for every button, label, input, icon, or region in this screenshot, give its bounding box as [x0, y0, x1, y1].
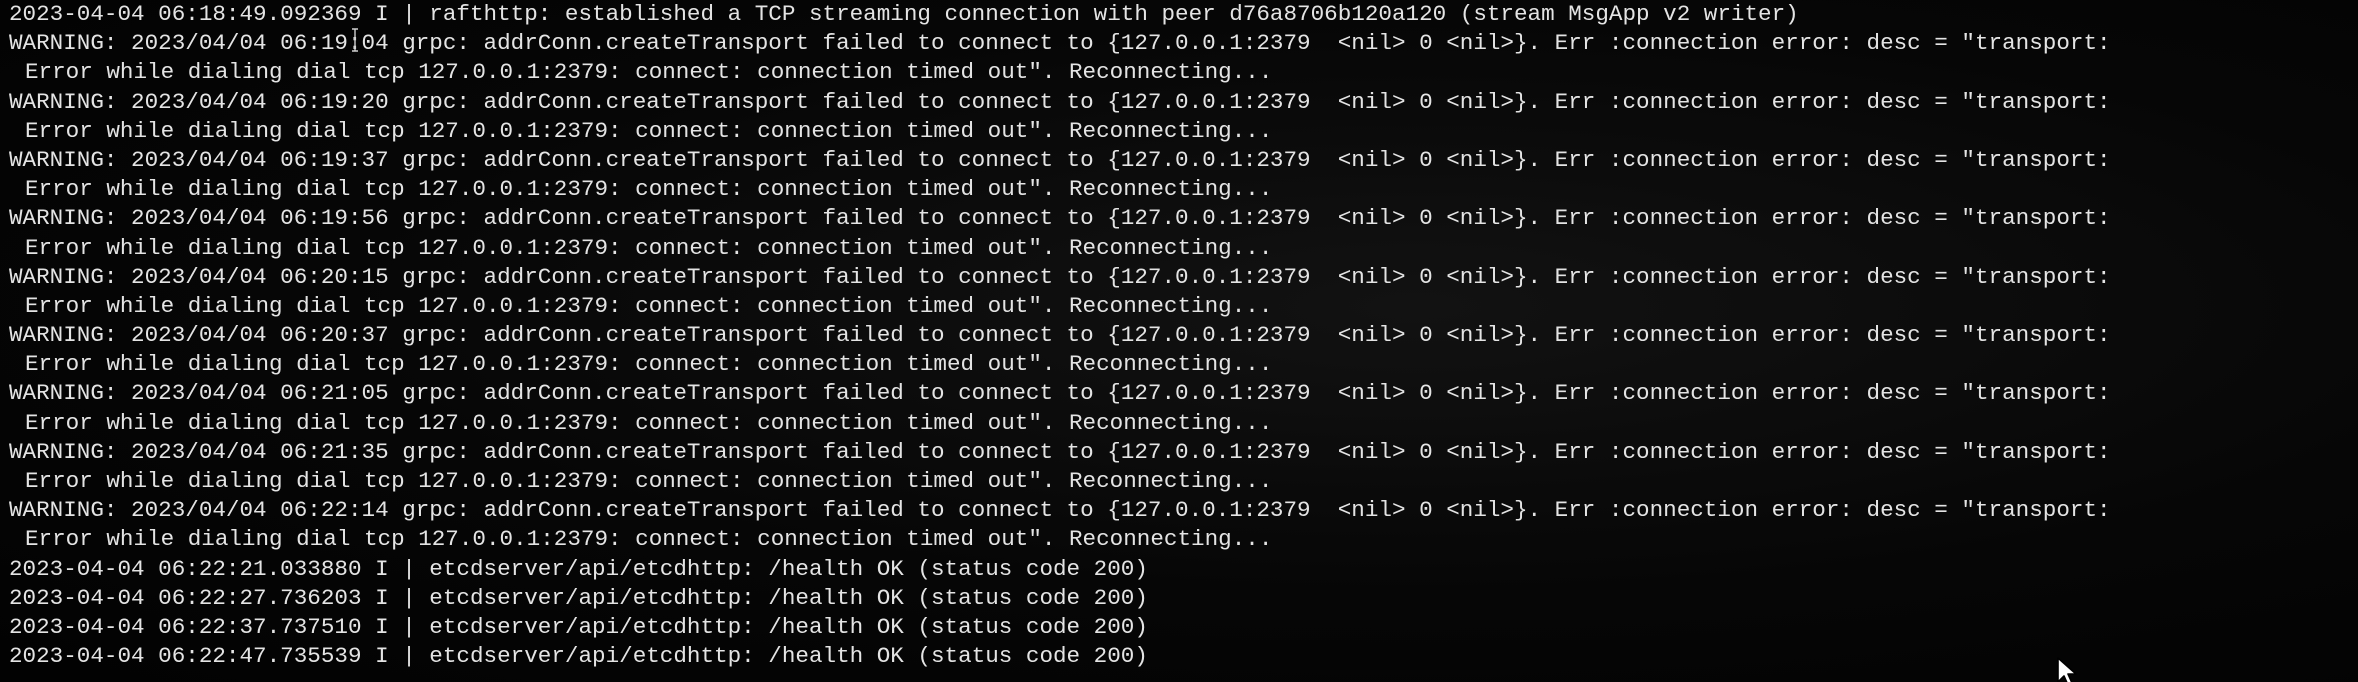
- log-line: WARNING: 2023/04/04 06:22:14 grpc: addrC…: [9, 497, 2111, 524]
- log-line: WARNING: 2023/04/04 06:20:37 grpc: addrC…: [9, 322, 2111, 349]
- text-cursor-icon: [352, 28, 358, 52]
- log-line: 2023-04-04 06:22:27.736203 I | etcdserve…: [9, 584, 1148, 611]
- log-line-continuation: Error while dialing dial tcp 127.0.0.1:2…: [25, 176, 1273, 203]
- log-line-continuation: Error while dialing dial tcp 127.0.0.1:2…: [25, 526, 1273, 553]
- log-line-continuation: Error while dialing dial tcp 127.0.0.1:2…: [25, 351, 1273, 378]
- log-line-continuation: Error while dialing dial tcp 127.0.0.1:2…: [25, 409, 1273, 436]
- log-line: 2023-04-04 06:22:21.033880 I | etcdserve…: [9, 555, 1148, 582]
- log-line-continuation: Error while dialing dial tcp 127.0.0.1:2…: [25, 59, 1273, 86]
- log-line: WARNING: 2023/04/04 06:21:35 grpc: addrC…: [9, 438, 2111, 465]
- log-line: 2023-04-04 06:22:47.735539 I | etcdserve…: [9, 643, 1148, 670]
- terminal-window[interactable]: 2023-04-04 06:18:49.092369 I | rafthttp:…: [0, 0, 2358, 682]
- log-line-continuation: Error while dialing dial tcp 127.0.0.1:2…: [25, 292, 1273, 319]
- log-line: 2023-04-04 06:18:49.092369 I | rafthttp:…: [9, 1, 1799, 27]
- log-line: WARNING: 2023/04/04 06:19:37 grpc: addrC…: [9, 146, 2111, 173]
- log-line: WARNING: 2023/04/04 06:19:20 grpc: addrC…: [9, 88, 2111, 115]
- log-line-continuation: Error while dialing dial tcp 127.0.0.1:2…: [25, 234, 1273, 261]
- log-line-continuation: Error while dialing dial tcp 127.0.0.1:2…: [25, 117, 1273, 144]
- log-line-continuation: Error while dialing dial tcp 127.0.0.1:2…: [25, 468, 1273, 494]
- log-line: WARNING: 2023/04/04 06:20:15 grpc: addrC…: [9, 263, 2111, 290]
- log-line: WARNING: 2023/04/04 06:19:04 grpc: addrC…: [9, 30, 2111, 57]
- terminal-output[interactable]: 2023-04-04 06:18:49.092369 I | rafthttp:…: [9, 0, 2111, 671]
- mouse-pointer-icon: [2057, 657, 2077, 682]
- log-line: 2023-04-04 06:22:37.737510 I | etcdserve…: [9, 613, 1148, 640]
- log-line: WARNING: 2023/04/04 06:21:05 grpc: addrC…: [9, 380, 2111, 407]
- log-line: WARNING: 2023/04/04 06:19:56 grpc: addrC…: [9, 205, 2111, 232]
